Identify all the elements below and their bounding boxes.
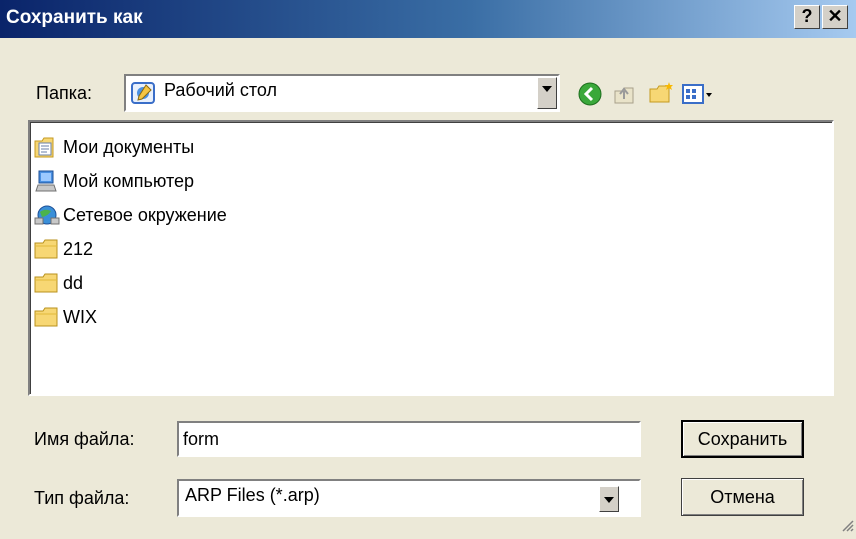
- save-as-dialog: Сохранить как ? ✕ Папка: Рабочий стол Мо…: [0, 0, 856, 539]
- filename-input[interactable]: [179, 423, 639, 455]
- window-title: Сохранить как: [6, 7, 143, 28]
- list-item[interactable]: WIX: [33, 302, 97, 332]
- file-name: Сетевое окружение: [63, 204, 227, 225]
- location-label: Папка:: [36, 83, 92, 103]
- filename-field[interactable]: [177, 421, 641, 457]
- folder-icon: [33, 271, 61, 295]
- file-name: WIX: [63, 306, 97, 327]
- filetype-value: ARP Files (*.arp): [185, 485, 320, 505]
- help-button[interactable]: ?: [794, 5, 820, 29]
- filename-label: Имя файла:: [34, 429, 135, 449]
- location-combo[interactable]: Рабочий стол: [124, 74, 560, 112]
- location-value: Рабочий стол: [164, 80, 277, 100]
- views-menu-icon[interactable]: [681, 81, 715, 107]
- list-item[interactable]: Сетевое окружение: [33, 200, 227, 230]
- list-item[interactable]: dd: [33, 268, 83, 298]
- resize-grip-icon[interactable]: [840, 517, 854, 537]
- desktop-icon: [130, 80, 156, 106]
- file-name: 212: [63, 238, 94, 259]
- folder-icon: [33, 305, 61, 329]
- file-name: Мои документы: [63, 136, 195, 157]
- back-arrow-icon[interactable]: [577, 81, 603, 107]
- file-name: Мой компьютер: [63, 170, 195, 191]
- list-item[interactable]: 212: [33, 234, 93, 264]
- save-button[interactable]: Сохранить: [681, 420, 804, 458]
- filetype-dropdown-button[interactable]: [599, 486, 619, 512]
- filetype-label: Тип файла:: [34, 488, 130, 508]
- title-bar[interactable]: Сохранить как ? ✕: [0, 0, 856, 38]
- location-dropdown-button[interactable]: [537, 77, 557, 109]
- new-folder-icon[interactable]: [647, 80, 673, 106]
- list-item[interactable]: Мои документы: [33, 132, 194, 162]
- cancel-button[interactable]: Отмена: [681, 478, 804, 516]
- list-item[interactable]: Мой компьютер: [33, 166, 194, 196]
- my-documents-icon: [33, 135, 61, 159]
- my-computer-icon: [33, 169, 61, 193]
- folder-icon: [33, 237, 61, 261]
- file-list[interactable]: Мои документы Мой компьютер Сетевое окру…: [28, 120, 834, 396]
- close-button[interactable]: ✕: [822, 5, 848, 29]
- network-places-icon: [33, 203, 61, 227]
- up-folder-icon[interactable]: [611, 81, 637, 107]
- filetype-combo[interactable]: ARP Files (*.arp): [177, 479, 641, 517]
- file-name: dd: [63, 272, 84, 293]
